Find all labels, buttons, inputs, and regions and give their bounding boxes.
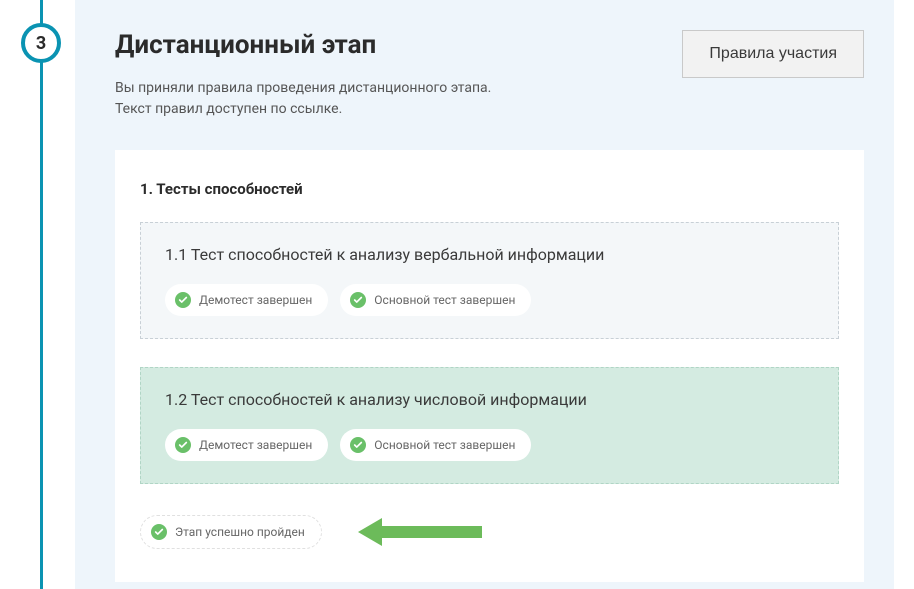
subtitle-line-1: Вы приняли правила проведения дистанцион…	[115, 78, 864, 99]
section-title: 1. Тесты способностей	[140, 180, 839, 198]
rules-button[interactable]: Правила участия	[682, 30, 864, 78]
test-2-main-pill: Основной тест завершен	[340, 429, 531, 461]
step-number: 3	[36, 33, 46, 54]
test-1-demo-pill: Демотест завершен	[165, 284, 328, 316]
test-2-title: 1.2 Тест способностей к анализу числовой…	[165, 390, 814, 409]
test-2-pill-row: Демотест завершен Основной тест завершен	[165, 429, 814, 461]
final-status-pill: Этап успешно пройден	[140, 515, 322, 549]
subtitle-line-2: Текст правил доступен по ссылке.	[115, 99, 864, 120]
check-icon	[175, 292, 191, 308]
tests-panel: 1. Тесты способностей 1.1 Тест способнос…	[115, 150, 864, 582]
main-content: Дистанционный этап Правила участия Вы пр…	[75, 0, 894, 589]
test-2-demo-pill: Демотест завершен	[165, 429, 328, 461]
test-2-main-label: Основной тест завершен	[374, 438, 515, 452]
final-status-row: Этап успешно пройден	[140, 512, 839, 552]
check-icon	[151, 524, 167, 540]
final-status-label: Этап успешно пройден	[175, 525, 305, 539]
test-block-1: 1.1 Тест способностей к анализу вербальн…	[140, 222, 839, 339]
arrow-icon	[352, 512, 502, 552]
header-row: Дистанционный этап Правила участия	[115, 30, 864, 78]
test-1-main-label: Основной тест завершен	[374, 293, 515, 307]
check-icon	[350, 437, 366, 453]
test-1-demo-label: Демотест завершен	[199, 293, 312, 307]
test-1-main-pill: Основной тест завершен	[340, 284, 531, 316]
check-icon	[175, 437, 191, 453]
step-number-badge: 3	[21, 23, 61, 63]
test-1-title: 1.1 Тест способностей к анализу вербальн…	[165, 245, 814, 264]
test-2-demo-label: Демотест завершен	[199, 438, 312, 452]
subtitle: Вы приняли правила проведения дистанцион…	[115, 78, 864, 120]
test-1-pill-row: Демотест завершен Основной тест завершен	[165, 284, 814, 316]
header-text-block: Дистанционный этап	[115, 30, 376, 72]
timeline-line	[40, 0, 43, 589]
check-icon	[350, 292, 366, 308]
page-title: Дистанционный этап	[115, 30, 376, 60]
test-block-2: 1.2 Тест способностей к анализу числовой…	[140, 367, 839, 484]
